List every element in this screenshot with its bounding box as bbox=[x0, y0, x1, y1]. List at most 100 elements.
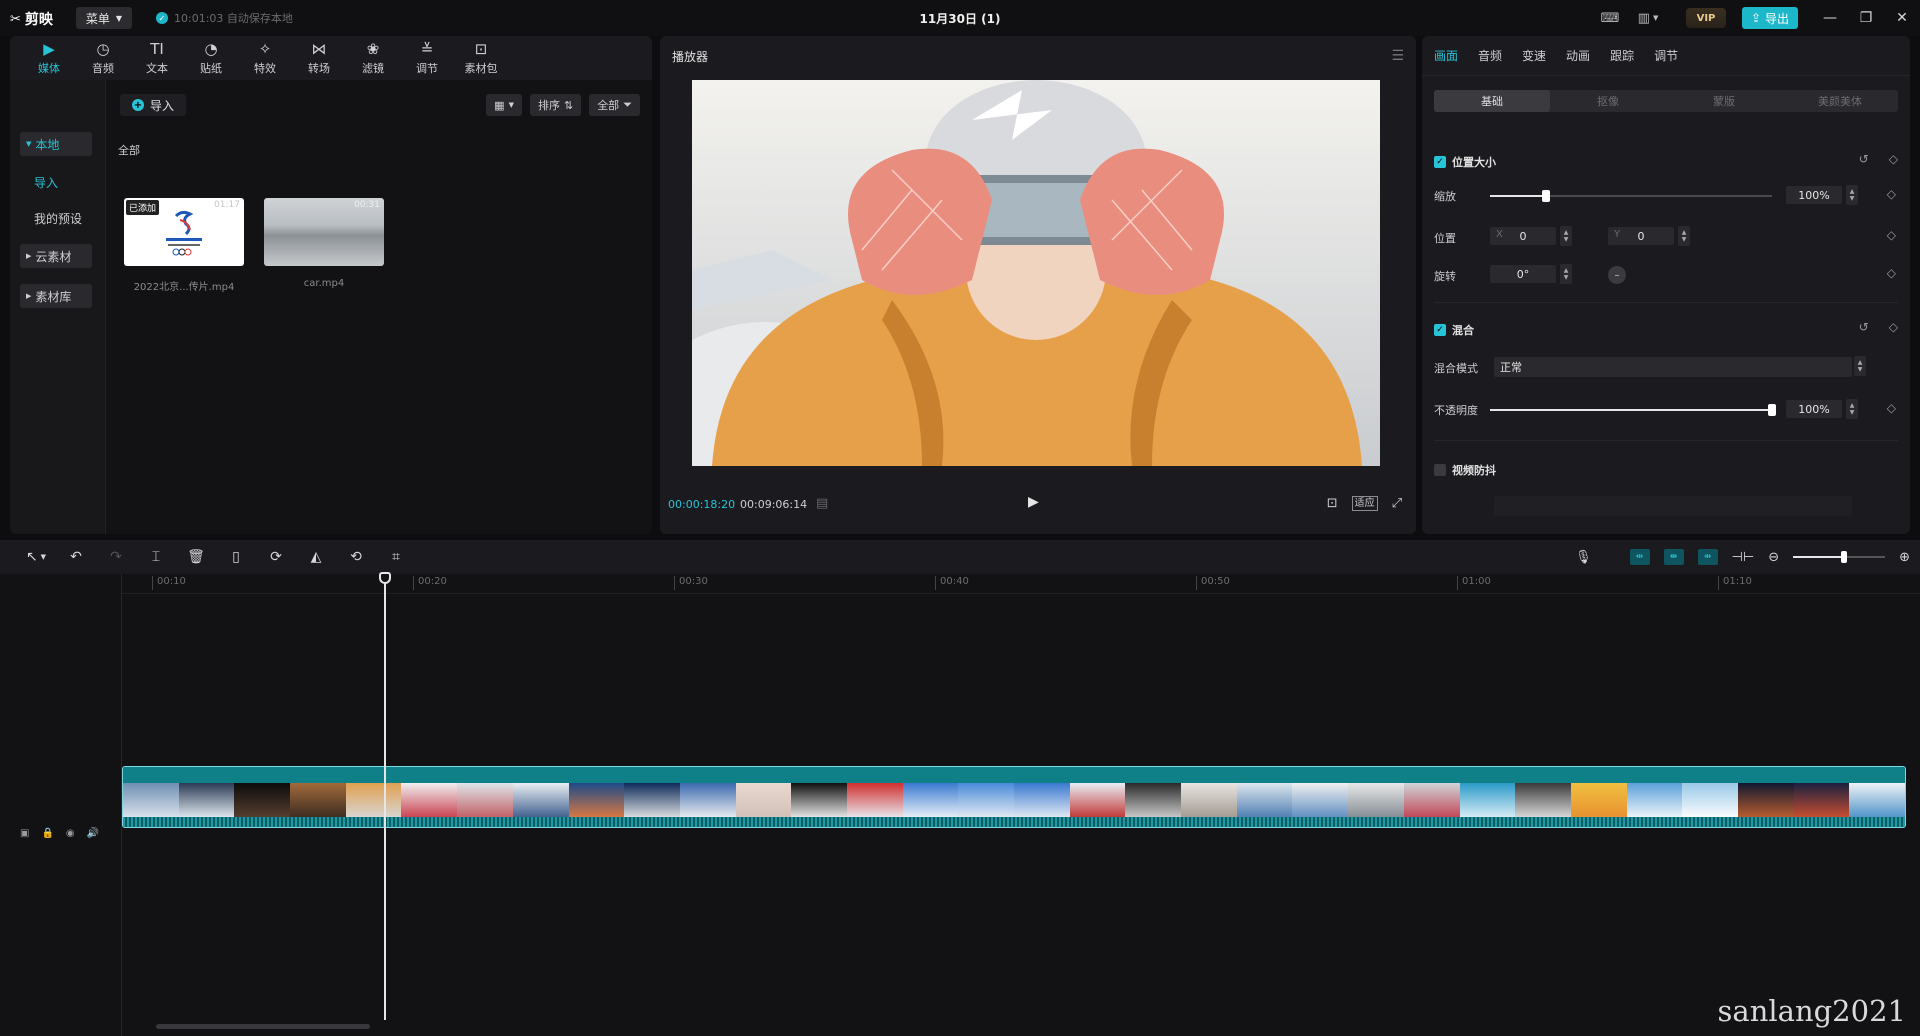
tab-transition[interactable]: ⋈ 转场 bbox=[292, 36, 346, 80]
preview-axis-icon[interactable]: ⊣⊢ bbox=[1732, 550, 1755, 565]
linkage-icon[interactable]: ⇻ bbox=[1697, 549, 1718, 565]
rotate-stepper[interactable]: ▲ ▼ bbox=[1560, 264, 1572, 284]
zoom-out-icon[interactable]: ⊖ bbox=[1768, 550, 1779, 565]
tab-sticker[interactable]: ◔ 贴纸 bbox=[184, 36, 238, 80]
subtab-beauty[interactable]: 美颜美体 bbox=[1782, 90, 1898, 112]
timeline-zoom-slider[interactable] bbox=[1793, 551, 1886, 563]
mirror-icon[interactable]: ◭ bbox=[296, 540, 336, 574]
keyframe-icon[interactable]: ◇ bbox=[1887, 401, 1896, 415]
position-x-field[interactable]: X 0 bbox=[1490, 227, 1556, 245]
tab-media[interactable]: ▶ 媒体 bbox=[22, 36, 76, 80]
filter-button[interactable]: 全部 ⏷ bbox=[589, 94, 640, 116]
reverse-icon[interactable]: ⟳ bbox=[256, 540, 296, 574]
reset-icon[interactable]: ↺ bbox=[1859, 152, 1869, 166]
video-preview[interactable] bbox=[692, 80, 1380, 466]
volume-icon[interactable]: 🔊 bbox=[87, 828, 99, 839]
restore-icon[interactable]: ❐ bbox=[1848, 0, 1884, 36]
play-icon[interactable]: ▶ bbox=[1028, 494, 1039, 510]
layout-icon[interactable]: ▥ ▼ bbox=[1626, 6, 1670, 30]
main-video-clip[interactable] bbox=[122, 766, 1906, 828]
tab-audio-props[interactable]: 音频 bbox=[1478, 47, 1502, 64]
scale-stepper[interactable]: ▲ ▼ bbox=[1846, 185, 1858, 205]
select-tool-icon[interactable]: ↖ ▼ bbox=[16, 540, 56, 574]
rotate-field[interactable]: 0° bbox=[1490, 265, 1556, 283]
sidebar-item-library[interactable]: ▶ 素材库 bbox=[20, 284, 92, 308]
playhead-handle[interactable] bbox=[379, 572, 391, 584]
delete-icon[interactable]: 🗑 bbox=[176, 540, 216, 574]
x-stepper[interactable]: ▲ ▼ bbox=[1560, 226, 1572, 246]
opacity-stepper[interactable]: ▲ ▼ bbox=[1846, 399, 1858, 419]
view-mode-button[interactable]: ▦ ▼ bbox=[486, 94, 522, 116]
freeze-frame-icon[interactable]: ▯ bbox=[216, 540, 256, 574]
cover-icon[interactable]: ▣ bbox=[20, 828, 29, 839]
blend-mode-stepper[interactable]: ▲ ▼ bbox=[1854, 356, 1866, 376]
minimize-icon[interactable]: — bbox=[1812, 0, 1848, 36]
fit-button[interactable]: 适应 bbox=[1351, 496, 1378, 511]
keyframe-icon[interactable]: ◇ bbox=[1887, 228, 1896, 242]
export-button[interactable]: ⇪ 导出 bbox=[1742, 7, 1798, 29]
zoom-in-icon[interactable]: ⊕ bbox=[1899, 550, 1910, 565]
tab-text[interactable]: TI 文本 bbox=[130, 36, 184, 80]
sidebar-item-import[interactable]: 导入 bbox=[20, 170, 92, 194]
scale-slider[interactable] bbox=[1490, 190, 1772, 202]
playhead[interactable] bbox=[384, 574, 386, 1020]
hamburger-menu-icon[interactable]: ☰ bbox=[1391, 48, 1404, 64]
crop-icon[interactable]: ⌗ bbox=[376, 540, 416, 574]
keyframe-icon[interactable]: ◇ bbox=[1887, 187, 1896, 201]
waveform-toggle-icon[interactable]: ▤ bbox=[816, 496, 828, 511]
tab-speed[interactable]: 变速 bbox=[1522, 47, 1546, 64]
timeline-scrollbar[interactable] bbox=[156, 1024, 370, 1029]
keyframe-icon[interactable]: ◇ bbox=[1889, 320, 1898, 334]
sidebar-item-presets[interactable]: 我的预设 bbox=[20, 206, 92, 230]
tab-adjust[interactable]: ≚ 调节 bbox=[400, 36, 454, 80]
microphone-icon[interactable]: 🎙 bbox=[1575, 550, 1592, 565]
sort-button[interactable]: 排序 ⇅ bbox=[529, 94, 582, 116]
stabilize-checkbox[interactable] bbox=[1434, 464, 1446, 476]
position-size-checkbox[interactable]: ✓ bbox=[1434, 156, 1446, 168]
opacity-value[interactable]: 100% bbox=[1786, 400, 1842, 418]
keyframe-icon[interactable]: ◇ bbox=[1889, 152, 1898, 166]
import-button[interactable]: + 导入 bbox=[120, 94, 187, 116]
reset-icon[interactable]: ↺ bbox=[1859, 320, 1869, 334]
sidebar-item-cloud[interactable]: ▶ 云素材 bbox=[20, 244, 92, 268]
tab-audio[interactable]: ◷ 音频 bbox=[76, 36, 130, 80]
media-clip-beijing[interactable]: 已添加 01:17 bbox=[124, 198, 244, 266]
subtab-basic[interactable]: 基础 bbox=[1434, 90, 1550, 112]
media-clip-car[interactable]: 00:31 bbox=[264, 198, 384, 266]
stabilize-level-select[interactable] bbox=[1494, 496, 1852, 516]
tab-adjust-props[interactable]: 调节 bbox=[1654, 47, 1678, 64]
slider-handle[interactable] bbox=[1768, 404, 1776, 416]
slider-handle[interactable] bbox=[1841, 551, 1848, 563]
y-stepper[interactable]: ▲ ▼ bbox=[1678, 226, 1690, 246]
vip-button[interactable]: VIP bbox=[1686, 8, 1726, 28]
blend-checkbox[interactable]: ✓ bbox=[1434, 324, 1446, 336]
tab-tracking[interactable]: 跟踪 bbox=[1610, 47, 1634, 64]
link-main-track-icon[interactable]: ⇹ bbox=[1629, 549, 1650, 565]
tab-effects[interactable]: ✧ 特效 bbox=[238, 36, 292, 80]
undo-icon[interactable]: ↶ bbox=[56, 540, 96, 574]
lock-icon[interactable]: 🔒 bbox=[41, 828, 53, 839]
tab-picture[interactable]: 画面 bbox=[1434, 47, 1458, 64]
rotate-icon[interactable]: ⟲ bbox=[336, 540, 376, 574]
tab-package[interactable]: ⊡ 素材包 bbox=[454, 36, 508, 80]
redo-icon[interactable]: ↷ bbox=[96, 540, 136, 574]
blend-mode-select[interactable]: 正常 bbox=[1494, 357, 1852, 377]
slider-handle[interactable] bbox=[1542, 190, 1550, 202]
tab-filter[interactable]: ❀ 滤镜 bbox=[346, 36, 400, 80]
time-ruler[interactable]: 00:10 00:20 00:30 00:40 00:50 01:00 01:1… bbox=[122, 574, 1920, 594]
rotate-dial-icon[interactable]: – bbox=[1608, 266, 1626, 284]
subtab-mask[interactable]: 蒙版 bbox=[1666, 90, 1782, 112]
snap-icon[interactable]: ⇼ bbox=[1663, 549, 1684, 565]
tab-animation[interactable]: 动画 bbox=[1566, 47, 1590, 64]
screenshot-icon[interactable]: ⊡ bbox=[1327, 496, 1338, 511]
keyframe-icon[interactable]: ◇ bbox=[1887, 266, 1896, 280]
eye-icon[interactable]: ◉ bbox=[66, 828, 75, 839]
close-icon[interactable]: ✕ bbox=[1884, 0, 1920, 36]
scale-value[interactable]: 100% bbox=[1786, 186, 1842, 204]
sidebar-item-local[interactable]: ▼ 本地 bbox=[20, 132, 92, 156]
split-icon[interactable]: ⌶ bbox=[136, 540, 176, 574]
subtab-keying[interactable]: 抠像 bbox=[1550, 90, 1666, 112]
fullscreen-icon[interactable]: ⤢ bbox=[1392, 496, 1402, 511]
position-y-field[interactable]: Y 0 bbox=[1608, 227, 1674, 245]
opacity-slider[interactable] bbox=[1490, 404, 1776, 416]
